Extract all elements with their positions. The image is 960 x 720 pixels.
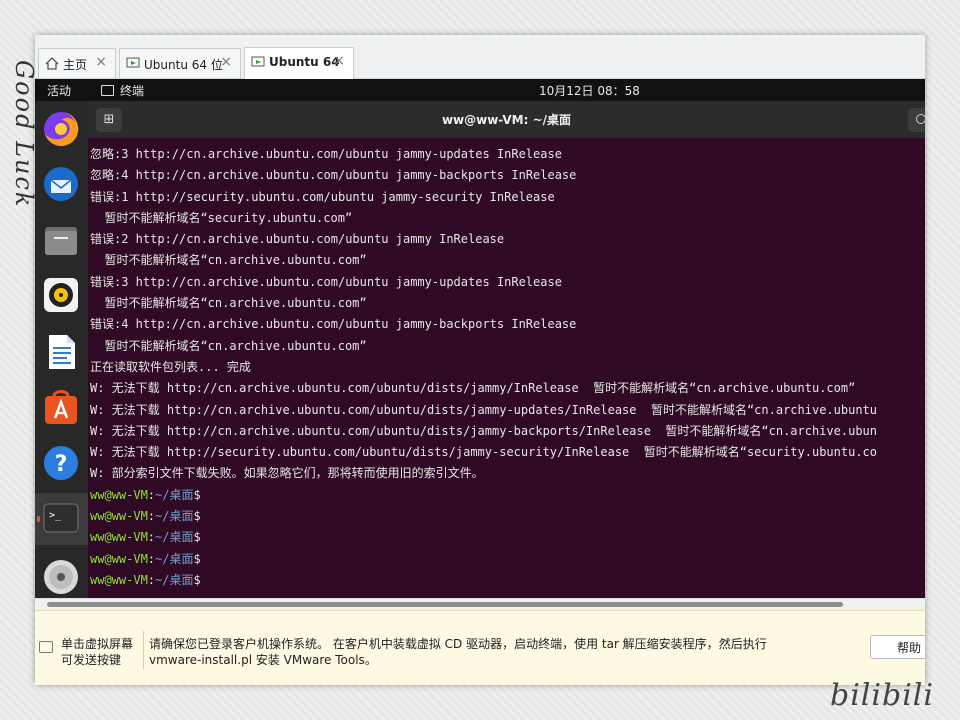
close-icon[interactable]: ×	[95, 54, 107, 70]
app-menu-label: 终端	[120, 84, 145, 98]
prompt-separator: :	[147, 530, 156, 545]
vm-icon	[251, 56, 265, 67]
rhythmbox-icon[interactable]	[42, 276, 80, 314]
close-icon[interactable]: ×	[220, 54, 232, 70]
prompt-symbol: $	[193, 509, 201, 524]
terminal-line: W: 部分索引文件下载失败。如果忽略它们，那将转而使用旧的索引文件。	[90, 466, 484, 481]
tab-label: Ubuntu 64	[269, 55, 340, 69]
good-luck-watermark: Good Luck	[10, 60, 38, 209]
writer-icon[interactable]	[42, 333, 80, 371]
svg-text:?: ?	[55, 452, 68, 477]
hint-message-line1: 请确保您已登录客户机操作系统。 在客户机中装载虚拟 CD 驱动器，启动终端，使用…	[149, 637, 767, 651]
terminal-icon[interactable]: >_	[42, 499, 80, 537]
prompt-path: ~/桌面	[155, 530, 194, 545]
prompt-symbol: $	[193, 551, 201, 566]
terminal-line: W: 无法下载 http://security.ubuntu.com/ubunt…	[90, 445, 877, 460]
terminal-line: 错误:4 http://cn.archive.ubuntu.com/ubuntu…	[90, 317, 577, 332]
terminal-line: 忽略:3 http://cn.archive.ubuntu.com/ubuntu…	[90, 147, 562, 161]
app-menu[interactable]: 终端	[101, 82, 144, 99]
terminal-line: 暂时不能解析域名“security.ubuntu.com”	[90, 210, 353, 225]
terminal-line: W: 无法下载 http://cn.archive.ubuntu.com/ubu…	[90, 402, 877, 417]
prompt-path: ~/桌面	[155, 509, 194, 524]
help-button[interactable]: 帮助	[870, 635, 925, 659]
vmware-window: 主页 × Ubuntu 64 位 × Ubuntu 64 × 活动 终端 10月…	[35, 35, 925, 685]
prompt-path: ~/桌面	[155, 572, 194, 587]
hint-keys-label: 可发送按键	[61, 653, 122, 667]
prompt-separator: :	[147, 487, 156, 502]
prompt-line: ww@ww-VM:~/桌面$	[90, 549, 877, 570]
vmware-hint-bar: 单击虚拟屏幕 可发送按键 请确保您已登录客户机操作系统。 在客户机中装载虚拟 C…	[35, 610, 925, 685]
prompt-user: ww@ww-VM	[90, 487, 148, 502]
vm-icon	[126, 57, 140, 68]
prompt-line: ww@ww-VM:~/桌面$	[90, 570, 877, 591]
divider	[143, 631, 144, 669]
home-icon	[45, 57, 59, 70]
thunderbird-icon[interactable]	[42, 165, 80, 203]
dvd-icon[interactable]	[42, 558, 80, 596]
hint-click-label: 单击虚拟屏幕	[61, 637, 134, 651]
software-icon[interactable]	[42, 388, 80, 426]
prompt-separator: :	[147, 551, 156, 566]
terminal-output: 忽略:3 http://cn.archive.ubuntu.com/ubuntu…	[90, 144, 877, 591]
terminal-window[interactable]: ⊞ ww@ww-VM: ~/桌面 忽略:3 http://cn.archive.…	[88, 101, 925, 598]
search-button[interactable]	[908, 108, 925, 132]
terminal-app-icon	[101, 85, 114, 96]
clock[interactable]: 10月12日 08：58	[539, 82, 640, 99]
running-indicator	[37, 516, 40, 522]
scrollbar-thumb[interactable]	[47, 602, 843, 607]
prompt-symbol: $	[193, 487, 201, 502]
prompt-path: ~/桌面	[155, 551, 194, 566]
help-icon[interactable]: ?	[42, 444, 80, 482]
dock: ? >_	[35, 101, 88, 598]
prompt-line: ww@ww-VM:~/桌面$	[90, 485, 877, 506]
terminal-line: 错误:2 http://cn.archive.ubuntu.com/ubuntu…	[90, 232, 505, 247]
prompt-user: ww@ww-VM	[90, 509, 148, 524]
terminal-line: 忽略:4 http://cn.archive.ubuntu.com/ubuntu…	[90, 168, 577, 183]
terminal-line: 暂时不能解析域名“cn.archive.ubuntu.com”	[90, 296, 367, 311]
prompt-separator: :	[147, 572, 156, 587]
prompt-user: ww@ww-VM	[90, 572, 148, 587]
prompt-user: ww@ww-VM	[90, 530, 148, 545]
tab-ubuntu-64-wei[interactable]: Ubuntu 64 位 ×	[119, 48, 241, 78]
tab-label: Ubuntu 64 位	[144, 58, 223, 72]
terminal-line: 错误:3 http://cn.archive.ubuntu.com/ubuntu…	[90, 274, 562, 289]
activities-button[interactable]: 活动	[47, 82, 71, 99]
close-icon[interactable]: ×	[333, 53, 345, 69]
prompt-separator: :	[147, 509, 156, 524]
keyboard-icon	[39, 641, 53, 653]
terminal-line: W: 无法下载 http://cn.archive.ubuntu.com/ubu…	[90, 423, 877, 438]
files-icon[interactable]	[42, 221, 80, 259]
prompt-path: ~/桌面	[155, 487, 194, 502]
firefox-icon[interactable]	[42, 110, 80, 148]
bilibili-watermark: bilibili	[830, 678, 934, 713]
tab-label: 主页	[63, 58, 88, 72]
terminal-line: 暂时不能解析域名“cn.archive.ubuntu.com”	[90, 253, 367, 268]
prompt-symbol: $	[193, 572, 201, 587]
ubuntu-top-bar: 活动 终端 10月12日 08：58	[35, 79, 925, 101]
prompt-user: ww@ww-VM	[90, 551, 148, 566]
terminal-line: 正在读取软件包列表... 完成	[90, 359, 251, 374]
terminal-line: 错误:1 http://security.ubuntu.com/ubuntu j…	[90, 189, 555, 204]
tab-ubuntu-64[interactable]: Ubuntu 64 ×	[244, 47, 354, 79]
tab-home[interactable]: 主页 ×	[38, 48, 116, 78]
svg-text:>_: >_	[49, 510, 62, 521]
terminal-title: ww@ww-VM: ~/桌面	[441, 113, 572, 127]
search-icon	[916, 114, 925, 124]
terminal-line: 暂时不能解析域名“cn.archive.ubuntu.com”	[90, 338, 367, 353]
prompt-line: ww@ww-VM:~/桌面$	[90, 506, 877, 527]
tab-bar: 主页 × Ubuntu 64 位 × Ubuntu 64 ×	[35, 35, 925, 79]
terminal-line: W: 无法下载 http://cn.archive.ubuntu.com/ubu…	[90, 381, 856, 396]
terminal-headerbar: ⊞ ww@ww-VM: ~/桌面	[88, 101, 925, 138]
prompt-symbol: $	[193, 530, 201, 545]
hint-message-line2: vmware-install.pl 安装 VMware Tools。	[149, 653, 377, 667]
prompt-line: ww@ww-VM:~/桌面$	[90, 527, 877, 548]
